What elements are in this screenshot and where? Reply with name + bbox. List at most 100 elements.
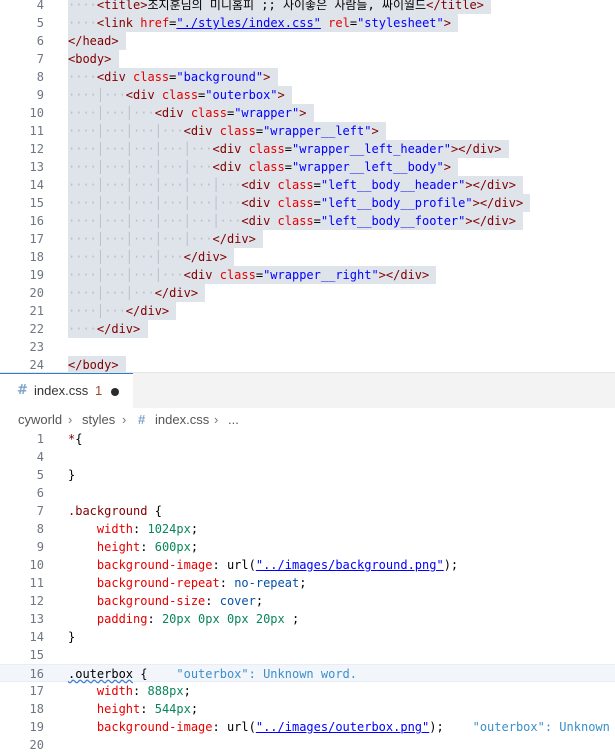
code-line[interactable]: 21 ····│···</div>	[0, 302, 615, 320]
code-line[interactable]: 15 ····│···│···│···│···│···<div class="le…	[0, 194, 615, 212]
code-text[interactable]: ····<title>조지훈님의 미니홈피 ;; 사이좋은 사람들, 싸이월드<…	[68, 0, 492, 14]
code-line[interactable]: 8 width: 1024px;	[0, 520, 615, 538]
code-text[interactable]: height: 544px;	[68, 700, 198, 718]
code-line[interactable]: 19 ····│···│···│···<div class="wrapper__r…	[0, 266, 615, 284]
code-text[interactable]: }	[68, 466, 75, 484]
code-token: =	[313, 178, 321, 192]
code-line[interactable]: 13 padding: 20px 0px 0px 20px ;	[0, 610, 615, 628]
code-text[interactable]: ····</div>	[68, 320, 148, 338]
code-line[interactable]: 13 ····│···│···│···│···<div class="wrappe…	[0, 158, 615, 176]
line-number: 8	[36, 522, 44, 536]
code-line[interactable]: 12 ····│···│···│···│···<div class="wrappe…	[0, 140, 615, 158]
code-token: class	[277, 214, 314, 228]
code-text[interactable]: ····│···│···│···</div>	[68, 248, 235, 266]
code-text[interactable]: ····<div class="background">	[68, 68, 278, 86]
code-text[interactable]: ····│···│···│···│···<div class="wrapper_…	[68, 158, 459, 176]
code-line[interactable]: 8 ····<div class="background">	[0, 68, 615, 86]
code-token: .background	[68, 504, 148, 518]
code-token: }	[68, 630, 76, 644]
code-line[interactable]: 16 .outerbox { "outerbox": Unknown word.	[0, 664, 615, 682]
code-line[interactable]: 9 height: 600px;	[0, 538, 615, 556]
tab-index-css[interactable]: # index.css 1	[0, 373, 133, 409]
code-token: >	[371, 124, 379, 138]
code-text[interactable]: ····│···│···│···│···│···<div class="left…	[68, 176, 524, 194]
code-line[interactable]: 14}	[0, 628, 615, 646]
breadcrumb-folder-styles[interactable]: styles	[82, 408, 115, 432]
code-line[interactable]: 6 </head>	[0, 32, 615, 50]
code-line[interactable]: 4 ····<title>조지훈님의 미니홈피 ;; 사이좋은 사람들, 싸이월드…	[0, 0, 615, 14]
code-token: background-size	[96, 594, 206, 608]
code-text[interactable]: padding: 20px 0px 0px 20px ;	[68, 610, 299, 628]
breadcrumb-file[interactable]: index.css	[155, 408, 209, 432]
code-token: background-image	[96, 558, 213, 572]
code-text[interactable]: ····│···│···│···│···│···<div class="left…	[68, 194, 531, 212]
code-line[interactable]: 7 <body>	[0, 50, 615, 68]
code-token: ····│···│···│···	[68, 250, 184, 264]
code-token: ····│···	[68, 88, 126, 102]
line-number: 4	[36, 450, 44, 464]
code-text[interactable]: ····│···│···│···│···</div>	[68, 230, 264, 248]
code-text[interactable]: ····│···│···│···<div class="wrapper__rig…	[68, 266, 437, 284]
html-editor-pane[interactable]: 4 ····<title>조지훈님의 미니홈피 ;; 사이좋은 사람들, 싸이월드…	[0, 0, 615, 374]
code-line[interactable]: 15	[0, 646, 615, 664]
code-line[interactable]: 10 ····│···│···<div class="wrapper">	[0, 104, 615, 122]
code-token: cover	[219, 594, 256, 608]
code-text[interactable]: background-repeat: no-repeat;	[68, 574, 307, 592]
breadcrumb-folder-cyworld[interactable]: cyworld	[18, 408, 62, 432]
code-text[interactable]: background-image: url("../images/outerbo…	[68, 718, 610, 736]
code-text[interactable]: ····│···│···<div class="wrapper">	[68, 104, 314, 122]
css-editor-pane[interactable]: 1 *{4 5} 6 7 .background {8 width: 1024px; 9 h…	[0, 430, 615, 755]
line-number: 14	[29, 630, 44, 644]
code-line[interactable]: 22 ····</div>	[0, 320, 615, 338]
code-line[interactable]: 23	[0, 338, 615, 356]
code-line[interactable]: 7 .background {	[0, 502, 615, 520]
inline-diagnostic: "outerbox": Unknown	[443, 720, 610, 734]
line-number: 14	[29, 178, 44, 192]
code-line[interactable]: 11 background-repeat: no-repeat;	[0, 574, 615, 592]
code-text[interactable]: ····│···│···│···<div class="wrapper__lef…	[68, 122, 386, 140]
code-text[interactable]: ····<link href="./styles/index.css" rel=…	[68, 14, 459, 32]
unsaved-dot-icon[interactable]	[111, 388, 119, 396]
code-text[interactable]: ····│···<div class="outerbox">	[68, 86, 292, 104]
code-text[interactable]: height: 600px;	[68, 538, 198, 556]
code-line[interactable]: 19 background-image: url("../images/oute…	[0, 718, 615, 736]
code-text[interactable]: *{	[68, 430, 82, 448]
code-line[interactable]: 17 ····│···│···│···│···</div>	[0, 230, 615, 248]
code-line[interactable]: 17 width: 888px;	[0, 682, 615, 700]
code-line[interactable]: 18 ····│···│···│···</div>	[0, 248, 615, 266]
code-token: </head>	[68, 34, 119, 48]
code-line[interactable]: 16 ····│···│···│···│···│···<div class="le…	[0, 212, 615, 230]
code-line[interactable]: 12 background-size: cover;	[0, 592, 615, 610]
code-token: >	[443, 160, 451, 174]
code-text[interactable]: ····│···│···</div>	[68, 284, 206, 302]
code-line[interactable]: 14 ····│···│···│···│···│···<div class="le…	[0, 176, 615, 194]
code-line[interactable]: 9 ····│···<div class="outerbox">	[0, 86, 615, 104]
code-text[interactable]: background-image: url("../images/backgro…	[68, 556, 458, 574]
code-line[interactable]: 11 ····│···│···│···<div class="wrapper__l…	[0, 122, 615, 140]
code-text[interactable]: .background {	[68, 502, 162, 520]
code-line[interactable]: 18 height: 544px;	[0, 700, 615, 718]
code-text[interactable]: }	[68, 628, 75, 646]
code-line[interactable]: 1 *{	[0, 430, 615, 448]
code-text[interactable]: ····│···│···│···│···│···<div class="left…	[68, 212, 524, 230]
code-text[interactable]: <body>	[68, 50, 119, 68]
code-line[interactable]: 20 ····│···│···</div>	[0, 284, 615, 302]
code-text[interactable]: width: 1024px;	[68, 520, 198, 538]
code-line[interactable]: 5 ····<link href = "./styles/index.css" rel…	[0, 14, 615, 32]
code-text[interactable]: background-size: cover;	[68, 592, 263, 610]
code-text[interactable]: </head>	[68, 32, 126, 50]
code-text[interactable]: ····│···</div>	[68, 302, 177, 320]
code-line[interactable]: 10 background-image: url("../images/back…	[0, 556, 615, 574]
code-line[interactable]: 6	[0, 484, 615, 502]
code-line[interactable]: 5}	[0, 466, 615, 484]
code-token: :	[140, 540, 155, 554]
code-line[interactable]: 20	[0, 736, 615, 754]
code-text[interactable]: width: 888px;	[68, 682, 191, 700]
code-token: : url(	[212, 720, 256, 734]
code-line[interactable]: 4	[0, 448, 615, 466]
code-text[interactable]: ····│···│···│···│···<div class="wrapper_…	[68, 140, 509, 158]
code-text[interactable]: .outerbox { "outerbox": Unknown word.	[68, 665, 357, 683]
code-token: {	[133, 667, 148, 681]
breadcrumb-more[interactable]: ...	[228, 408, 239, 432]
